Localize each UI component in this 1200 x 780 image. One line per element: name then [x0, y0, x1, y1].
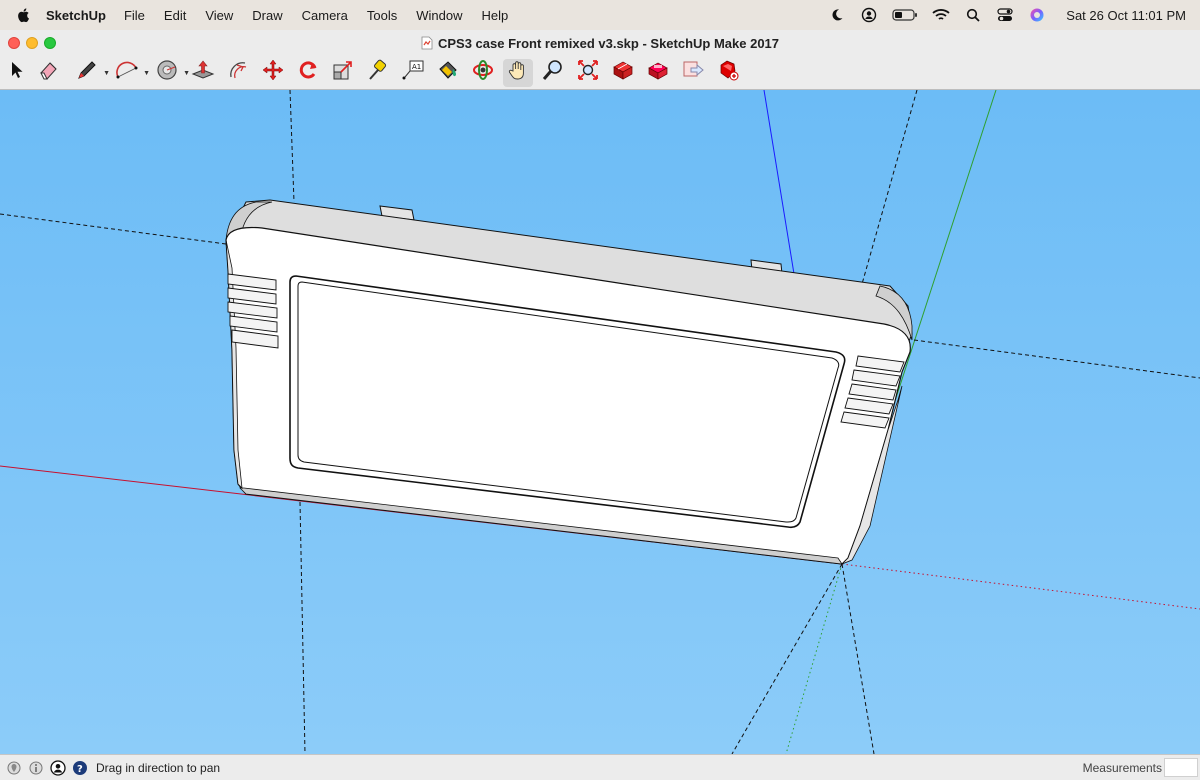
window-close-button[interactable]: [8, 37, 20, 49]
zoom-tool[interactable]: [538, 59, 568, 87]
zoom-extents-tool[interactable]: [573, 59, 603, 87]
menu-draw[interactable]: Draw: [252, 8, 282, 23]
menu-file[interactable]: File: [124, 8, 145, 23]
eraser-tool[interactable]: [33, 59, 63, 87]
window-minimize-button[interactable]: [26, 37, 38, 49]
guide-line-bottom-right-diagonal: [841, 563, 875, 754]
shapes-tool[interactable]: ▼: [148, 59, 190, 87]
orbit-tool[interactable]: [468, 59, 498, 87]
document-icon: [421, 36, 433, 50]
user-circle-icon[interactable]: [860, 6, 878, 24]
menubar-clock[interactable]: Sat 26 Oct 11:01 PM: [1066, 8, 1186, 23]
hand-icon: [507, 59, 529, 86]
menu-view[interactable]: View: [205, 8, 233, 23]
guide-line-right-horizontal: [913, 339, 1200, 379]
measurements-input[interactable]: [1164, 758, 1198, 777]
share-model-icon: [682, 59, 704, 86]
guide-line-left-horizontal: [0, 213, 227, 245]
modeling-viewport[interactable]: [0, 90, 1200, 754]
green-axis-dotted: [785, 563, 843, 754]
menubar-status-area: Sat 26 Oct 11:01 PM: [828, 0, 1186, 30]
macos-menubar: SketchUp File Edit View Draw Camera Tool…: [0, 0, 1200, 30]
arc-tool[interactable]: ▼: [108, 59, 150, 87]
extension-icon: [647, 59, 669, 86]
move-arrows-icon: [262, 59, 284, 86]
wifi-icon[interactable]: [932, 6, 950, 24]
blue-axis-line: [763, 90, 796, 281]
push-pull-tool[interactable]: [188, 59, 218, 87]
offset-icon: [227, 59, 249, 86]
siri-icon[interactable]: [1028, 6, 1046, 24]
guide-line-bottom-left-diagonal: [731, 563, 843, 754]
scale-tool[interactable]: [328, 59, 358, 87]
extension-manager-tool[interactable]: [713, 59, 743, 87]
circle-shape-icon: [156, 59, 178, 86]
arrow-cursor-icon: [10, 61, 24, 84]
warehouse-icon: [612, 59, 634, 86]
magnifier-icon: [542, 59, 564, 86]
text-label-icon: A1: [401, 59, 425, 86]
scene-canvas[interactable]: [0, 90, 1200, 754]
pan-tool[interactable]: [503, 58, 533, 87]
credits-icon[interactable]: [28, 760, 44, 776]
move-tool[interactable]: [258, 59, 288, 87]
status-message: Drag in direction to pan: [96, 760, 221, 775]
scale-icon: [332, 59, 354, 86]
left-vents: [227, 273, 279, 349]
status-bar: ? Drag in direction to pan Measurements: [0, 754, 1200, 780]
tape-measure-icon: [367, 59, 389, 86]
app-menu-sketchup[interactable]: SketchUp: [46, 8, 106, 23]
rotate-icon: [297, 59, 319, 86]
tape-measure-tool[interactable]: [363, 59, 393, 87]
svg-text:A1: A1: [412, 63, 421, 71]
extension-warehouse-tool[interactable]: [643, 59, 673, 87]
push-pull-icon: [191, 59, 215, 86]
pencil-icon: [76, 59, 98, 86]
window-titlebar: CPS3 case Front remixed v3.skp - SketchU…: [0, 30, 1200, 56]
line-tool[interactable]: ▼: [68, 59, 110, 87]
window-maximize-button[interactable]: [44, 37, 56, 49]
red-axis-dotted: [841, 563, 1200, 610]
share-model-tool[interactable]: [678, 59, 708, 87]
offset-tool[interactable]: [223, 59, 253, 87]
help-icon[interactable]: ?: [72, 760, 88, 776]
guide-line-right-diagonal-top: [861, 90, 918, 285]
moon-icon[interactable]: [828, 6, 846, 24]
window-title: CPS3 case Front remixed v3.skp - SketchU…: [437, 35, 780, 51]
search-icon[interactable]: [964, 6, 982, 24]
cps3-case-model[interactable]: [225, 199, 913, 565]
user-account-icon[interactable]: [50, 759, 66, 776]
ruby-gem-icon: [717, 59, 739, 86]
getting-started-toolbar: ▼ ▼ ▼ A1: [0, 56, 1200, 90]
rotate-tool[interactable]: [293, 59, 323, 87]
eraser-icon: [37, 59, 59, 86]
apple-icon[interactable]: [16, 7, 32, 23]
menu-edit[interactable]: Edit: [164, 8, 186, 23]
text-tool[interactable]: A1: [398, 59, 428, 87]
battery-icon[interactable]: [892, 6, 918, 24]
geo-location-icon[interactable]: [6, 760, 22, 776]
menu-camera[interactable]: Camera: [302, 8, 348, 23]
menu-tools[interactable]: Tools: [367, 8, 397, 23]
arc-icon: [115, 59, 139, 86]
paint-bucket-icon: [436, 59, 460, 86]
3d-warehouse-tool[interactable]: [608, 59, 638, 87]
menu-window[interactable]: Window: [416, 8, 462, 23]
orbit-icon: [472, 59, 494, 86]
menu-help[interactable]: Help: [481, 8, 508, 23]
control-center-icon[interactable]: [996, 6, 1014, 24]
zoom-extents-icon: [577, 59, 599, 86]
guide-line-left-vertical-top: [289, 90, 295, 203]
svg-text:?: ?: [77, 764, 83, 775]
paint-bucket-tool[interactable]: [433, 59, 463, 87]
guide-line-left-vertical-bottom: [299, 501, 306, 754]
measurements-label: Measurements: [1082, 761, 1162, 775]
select-tool[interactable]: [6, 59, 28, 87]
